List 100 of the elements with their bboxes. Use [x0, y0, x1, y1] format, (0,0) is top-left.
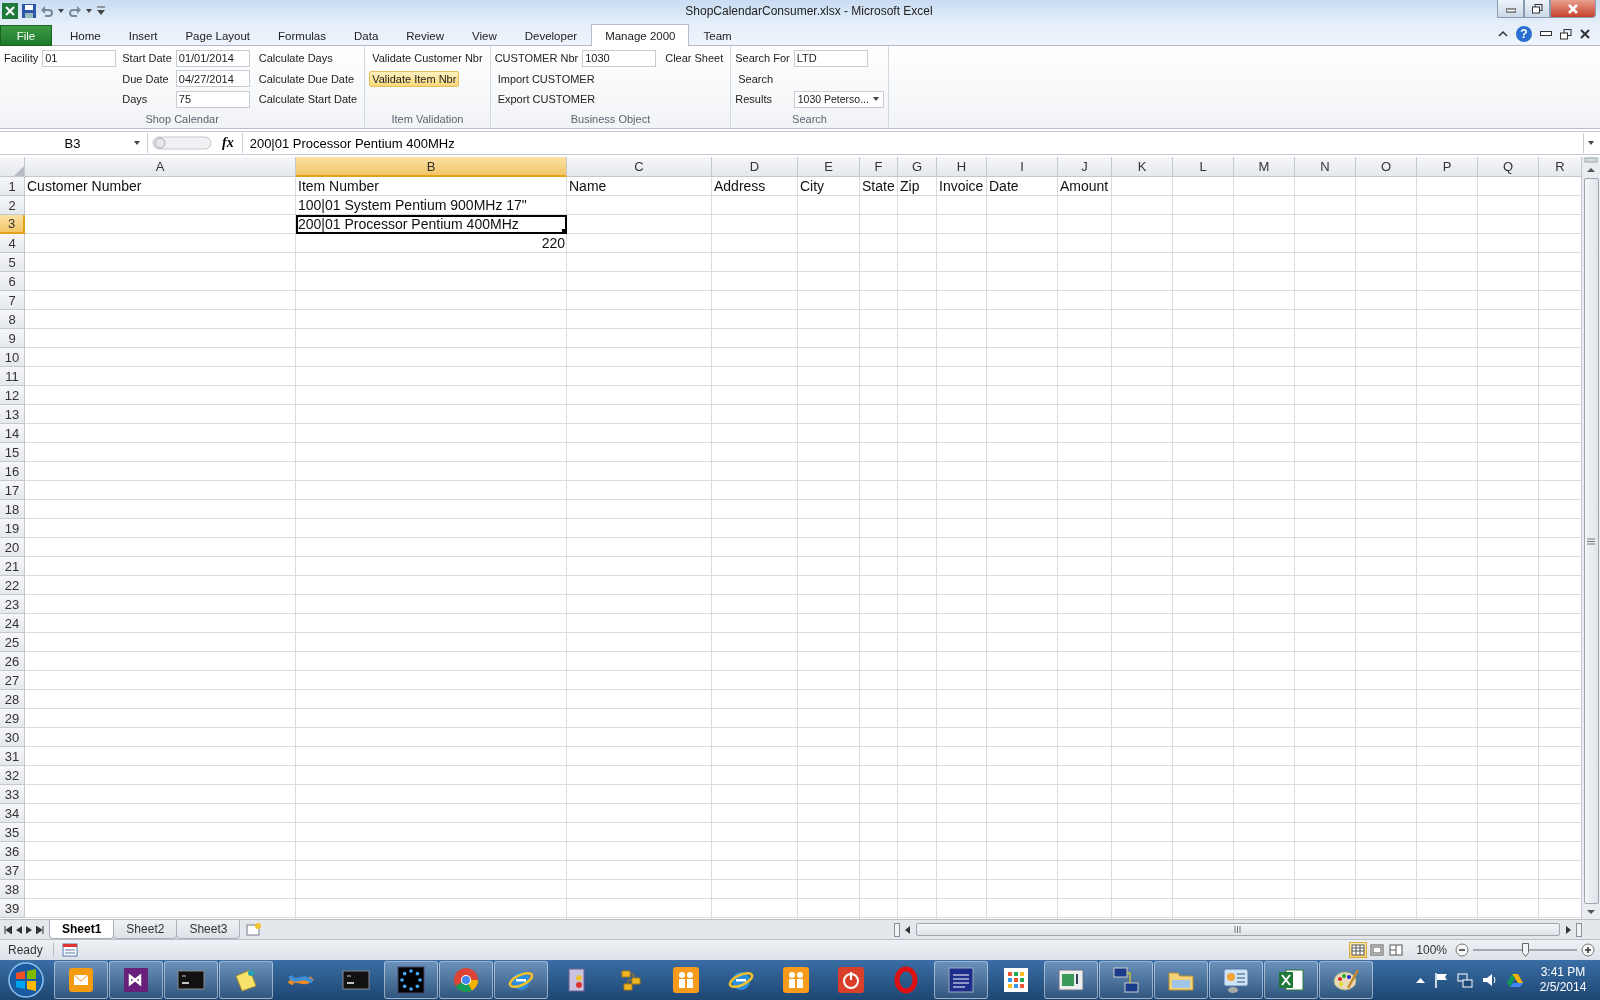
row-header[interactable]: 13 — [0, 405, 25, 424]
flag-icon[interactable] — [1434, 972, 1448, 988]
table-cell[interactable]: Invoice — [937, 177, 987, 196]
ribbon-tab[interactable]: Data — [340, 25, 393, 46]
row-header[interactable]: 15 — [0, 443, 25, 462]
row-header[interactable]: 1 — [0, 177, 25, 196]
row-header[interactable]: 10 — [0, 348, 25, 367]
input-field[interactable]: 75 — [175, 90, 250, 108]
taskbar-button[interactable] — [219, 961, 273, 999]
record-macro-icon[interactable] — [61, 943, 78, 957]
caret-icon[interactable] — [57, 7, 65, 15]
table-cell[interactable]: 220 — [296, 234, 567, 253]
column-header[interactable]: F — [860, 157, 898, 177]
speaker-icon[interactable] — [1482, 972, 1498, 988]
split-handle-icon[interactable] — [1576, 922, 1582, 937]
row-header[interactable]: 5 — [0, 253, 25, 272]
column-header[interactable]: Q — [1478, 157, 1539, 177]
table-cell[interactable]: Zip — [898, 177, 937, 196]
taskbar-button[interactable] — [934, 961, 988, 999]
name-box[interactable]: B3 — [0, 133, 148, 153]
taskbar-button[interactable] — [1099, 961, 1153, 999]
collapse-ribbon-icon[interactable] — [1498, 30, 1508, 38]
save-icon[interactable] — [21, 3, 37, 19]
row-header[interactable]: 39 — [0, 899, 25, 918]
drive-triangle-icon[interactable] — [1507, 973, 1523, 987]
ribbon-tab[interactable]: Developer — [510, 25, 592, 46]
row-header[interactable]: 37 — [0, 861, 25, 880]
column-header[interactable]: O — [1356, 157, 1417, 177]
first-sheet-icon[interactable] — [4, 925, 12, 934]
taskbar-button[interactable] — [439, 961, 493, 999]
column-header[interactable]: H — [937, 157, 987, 177]
row-header[interactable]: 35 — [0, 823, 25, 842]
ribbon-button[interactable]: Calculate Start Date — [255, 91, 361, 108]
dropdown[interactable]: 1030 Peterso... — [793, 90, 884, 108]
clock-time[interactable]: 3:41 PM — [1540, 965, 1586, 980]
row-header[interactable]: 23 — [0, 595, 25, 614]
taskbar-button[interactable] — [1319, 961, 1373, 999]
last-sheet-icon[interactable] — [36, 925, 44, 934]
row-header[interactable]: 18 — [0, 500, 25, 519]
column-header[interactable]: A — [25, 157, 296, 177]
table-cell[interactable]: Address — [712, 177, 798, 196]
row-header[interactable]: 16 — [0, 462, 25, 481]
column-header[interactable]: E — [798, 157, 860, 177]
split-handle-icon[interactable] — [894, 922, 900, 937]
taskbar-button[interactable] — [1154, 961, 1208, 999]
column-header[interactable]: P — [1417, 157, 1478, 177]
taskbar-button[interactable] — [384, 961, 438, 999]
table-cell[interactable]: Customer Number — [25, 177, 296, 196]
row-header[interactable]: 2 — [0, 196, 25, 215]
sheet-tab[interactable]: Sheet1 — [49, 920, 115, 939]
table-cell[interactable]: City — [798, 177, 860, 196]
column-header[interactable]: G — [898, 157, 937, 177]
taskbar-button[interactable] — [1209, 961, 1263, 999]
input-field[interactable]: 01 — [42, 49, 117, 67]
row-header[interactable]: 34 — [0, 804, 25, 823]
ribbon-button[interactable]: Import CUSTOMER — [494, 70, 598, 87]
ribbon-tab[interactable]: View — [458, 25, 511, 46]
row-header[interactable]: 14 — [0, 424, 25, 443]
column-header[interactable]: M — [1234, 157, 1295, 177]
minimize-icon[interactable] — [1540, 31, 1552, 37]
close-button[interactable] — [1550, 0, 1596, 18]
row-header[interactable]: 3 — [0, 215, 25, 234]
restore-button[interactable] — [1524, 0, 1550, 18]
row-header[interactable]: 12 — [0, 386, 25, 405]
clock-date[interactable]: 2/5/2014 — [1539, 980, 1587, 995]
table-cell[interactable]: Item Number — [296, 177, 567, 196]
taskbar-button[interactable] — [1044, 961, 1098, 999]
sheet-tab[interactable]: Sheet2 — [113, 920, 178, 939]
ribbon-button[interactable]: Calculate Due Date — [255, 70, 358, 87]
formula-text[interactable]: 200|01 Processor Pentium 400MHz — [249, 135, 455, 151]
row-header[interactable]: 6 — [0, 272, 25, 291]
column-header[interactable]: J — [1058, 157, 1112, 177]
ribbon-button[interactable]: Validate Item Nbr — [369, 70, 460, 87]
ribbon-tab[interactable]: Insert — [114, 25, 172, 46]
scroll-thumb[interactable] — [1583, 178, 1599, 904]
ribbon-tab[interactable]: Formulas — [264, 25, 340, 46]
input-field[interactable]: 1030 — [582, 49, 657, 67]
row-header[interactable]: 33 — [0, 785, 25, 804]
taskbar-button[interactable] — [494, 961, 548, 999]
row-header[interactable]: 36 — [0, 842, 25, 861]
table-cell[interactable]: 200|01 Processor Pentium 400MHz — [296, 215, 567, 234]
ribbon-tab[interactable]: Review — [392, 25, 458, 46]
ribbon-button[interactable]: Export CUSTOMER — [494, 91, 599, 108]
input-field[interactable]: 01/01/2014 — [175, 49, 250, 67]
view-button[interactable] — [1349, 942, 1368, 958]
row-header[interactable]: 17 — [0, 481, 25, 500]
ribbon-button[interactable]: Validate Customer Nbr — [369, 50, 486, 67]
taskbar-button[interactable] — [1264, 961, 1318, 999]
row-header[interactable]: 31 — [0, 747, 25, 766]
row-header[interactable]: 4 — [0, 234, 25, 253]
help-button[interactable]: ? — [1516, 26, 1532, 42]
ribbon-tab[interactable]: Home — [56, 25, 115, 46]
taskbar-button[interactable] — [109, 961, 163, 999]
file-tab[interactable]: File — [0, 25, 52, 46]
row-header[interactable]: 8 — [0, 310, 25, 329]
restore-icon[interactable] — [1560, 28, 1572, 40]
row-header[interactable]: 32 — [0, 766, 25, 785]
row-header[interactable]: 30 — [0, 728, 25, 747]
ribbon-button[interactable]: Clear Sheet — [662, 50, 727, 67]
column-header[interactable]: B — [296, 157, 567, 177]
